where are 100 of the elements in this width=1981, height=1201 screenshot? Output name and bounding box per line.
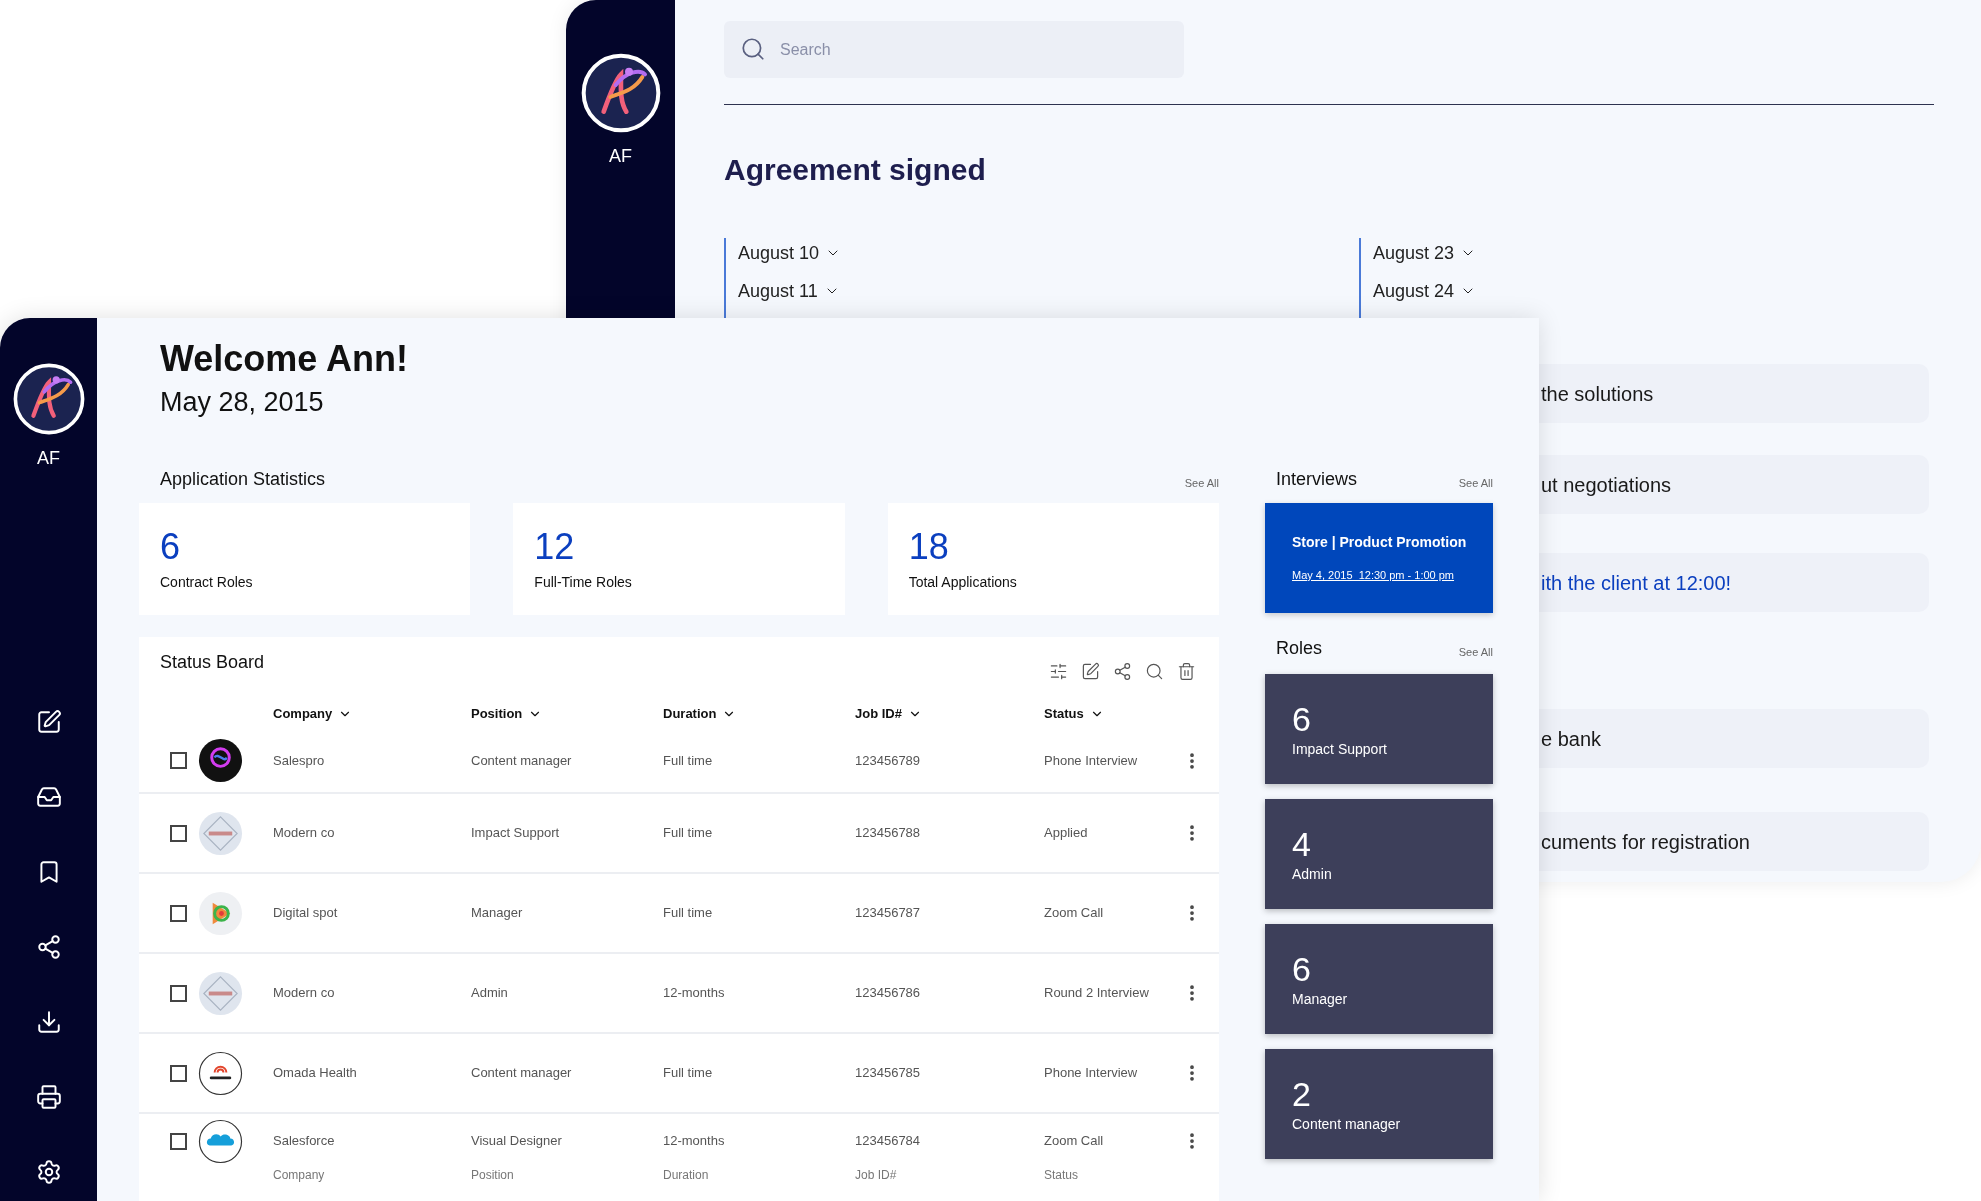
- column-footer: Job ID#: [855, 1168, 1044, 1182]
- stat-value: 6: [160, 525, 182, 568]
- section-title: Status Board: [160, 651, 265, 674]
- table-cell-text: Zoom Call: [1044, 904, 1105, 923]
- task-item[interactable]: ut negotiations: [1539, 455, 1929, 514]
- table-cell-text: 123456784: [855, 1132, 922, 1151]
- row-checkbox[interactable]: [170, 1064, 187, 1082]
- table-cell-text: Content manager: [471, 1064, 573, 1083]
- role-card[interactable]: 2 Content manager: [1265, 1049, 1493, 1159]
- see-all-link[interactable]: See All: [1184, 474, 1219, 491]
- table-cell-text: 123456788: [855, 824, 922, 843]
- row-checkbox[interactable]: [170, 752, 187, 769]
- table-cell-text: Impact Support: [471, 824, 561, 843]
- company-logo: [198, 970, 243, 1016]
- column-header[interactable]: Status: [1044, 704, 1104, 724]
- table-cell-text: Phone Interview: [1044, 751, 1139, 770]
- column-footer: Duration: [663, 1168, 855, 1182]
- role-count: 6: [1292, 948, 1312, 989]
- see-all-link[interactable]: See All: [1458, 643, 1493, 660]
- table-cell-text: Manager: [471, 904, 524, 923]
- interview-title: Store | Product Promotion: [1292, 533, 1466, 553]
- role-count: 4: [1292, 823, 1312, 864]
- role-card[interactable]: 6 Impact Support: [1265, 674, 1493, 784]
- table-cell-text: Salesforce: [273, 1132, 336, 1151]
- task-item[interactable]: e bank: [1539, 709, 1929, 768]
- section-title: Roles: [1276, 637, 1323, 660]
- task-text: ut negotiations: [1541, 472, 1672, 498]
- column-header[interactable]: Job ID#: [855, 704, 922, 724]
- table-cell-text: Full time: [663, 824, 714, 843]
- table-cell-text: Full time: [663, 751, 714, 770]
- stat-value: 12: [534, 525, 576, 568]
- company-logo: [198, 810, 243, 856]
- date-dropdown[interactable]: August 10: [738, 242, 842, 264]
- table-cell-text: 123456789: [855, 751, 922, 770]
- row-checkbox[interactable]: [170, 904, 187, 922]
- user-initials: AF: [609, 145, 632, 168]
- table-cell-text: Full time: [663, 904, 714, 923]
- task-text: e bank: [1541, 726, 1602, 752]
- table-cell-text: Phone Interview: [1044, 1064, 1139, 1083]
- task-item[interactable]: the solutions: [1539, 364, 1929, 423]
- table-cell-text: 12-months: [663, 1132, 726, 1151]
- table-cell-text: Visual Designer: [471, 1132, 563, 1151]
- table-cell-text: 123456785: [855, 1064, 922, 1083]
- role-count: 2: [1292, 1073, 1312, 1114]
- task-text: cuments for registration: [1541, 829, 1750, 855]
- column-footer: Company: [273, 1168, 471, 1182]
- table-cell-text: 123456787: [855, 904, 922, 923]
- user-initials: AF: [37, 447, 60, 470]
- row-checkbox[interactable]: [170, 984, 187, 1002]
- section-title: Interviews: [1276, 468, 1358, 491]
- column-footer: Status: [1044, 1168, 1182, 1182]
- interview-time-link[interactable]: May 4, 2015 12:30 pm - 1:00 pm: [1292, 567, 1466, 584]
- table-cell-text: 123456786: [855, 984, 922, 1003]
- column-header[interactable]: Company: [273, 704, 353, 724]
- see-all-link[interactable]: See All: [1458, 474, 1493, 491]
- row-checkbox[interactable]: [170, 1132, 187, 1150]
- date-dropdown[interactable]: August 24: [1373, 280, 1477, 302]
- date-dropdown[interactable]: August 11: [738, 280, 840, 302]
- interview-card[interactable]: Store | Product Promotion May 4, 2015 12:30 pm - 1:00 pm: [1265, 503, 1493, 613]
- task-text: the solutions: [1541, 381, 1654, 407]
- section-title: Application Statistics: [160, 468, 326, 491]
- column-header[interactable]: Position: [471, 704, 543, 724]
- stat-label: Total Applications: [908, 572, 1018, 592]
- role-label: Impact Support: [1292, 739, 1388, 759]
- table-cell-text: Full time: [663, 1064, 714, 1083]
- column-footer: Position: [471, 1168, 663, 1182]
- role-count: 6: [1292, 698, 1312, 739]
- current-date: May 28, 2015: [160, 386, 325, 419]
- role-label: Content manager: [1292, 1114, 1402, 1134]
- stat-label: Full-Time Roles: [534, 572, 633, 592]
- table-cell-text: Modern co: [273, 984, 336, 1003]
- table-cell-text: Digital spot: [273, 904, 339, 923]
- greeting: Welcome Ann!: [160, 337, 410, 381]
- company-logo: [198, 890, 243, 936]
- table-cell-text: Admin: [471, 984, 509, 1003]
- column-header[interactable]: Duration: [663, 704, 737, 724]
- search-field[interactable]: Search: [724, 21, 1184, 78]
- search-icon: [740, 36, 766, 62]
- task-text: ith the client at 12:00!: [1541, 570, 1732, 596]
- role-card[interactable]: 6 Manager: [1265, 924, 1493, 1034]
- company-logo: [198, 1050, 243, 1096]
- task-item[interactable]: ith the client at 12:00!: [1539, 553, 1929, 612]
- company-logo: [198, 738, 243, 783]
- table-cell-text: Content manager: [471, 751, 573, 770]
- row-checkbox[interactable]: [170, 824, 187, 842]
- date-dropdown[interactable]: August 23: [1373, 242, 1477, 264]
- table-cell-text: Zoom Call: [1044, 1132, 1105, 1151]
- role-label: Manager: [1292, 989, 1349, 1009]
- role-label: Admin: [1292, 864, 1333, 884]
- page-title: Agreement signed: [724, 152, 987, 188]
- table-cell-text: Modern co: [273, 824, 336, 843]
- table-cell-text: Omada Health: [273, 1064, 358, 1083]
- company-logo: [198, 1118, 243, 1164]
- stat-value: 18: [908, 525, 950, 568]
- table-cell-text: 12-months: [663, 984, 726, 1003]
- task-item[interactable]: cuments for registration: [1539, 812, 1929, 871]
- table-cell-text: Salespro: [273, 751, 326, 770]
- role-card[interactable]: 4 Admin: [1265, 799, 1493, 909]
- table-cell-text: Applied: [1044, 824, 1089, 843]
- table-cell-text: Round 2 Interview: [1044, 984, 1150, 1003]
